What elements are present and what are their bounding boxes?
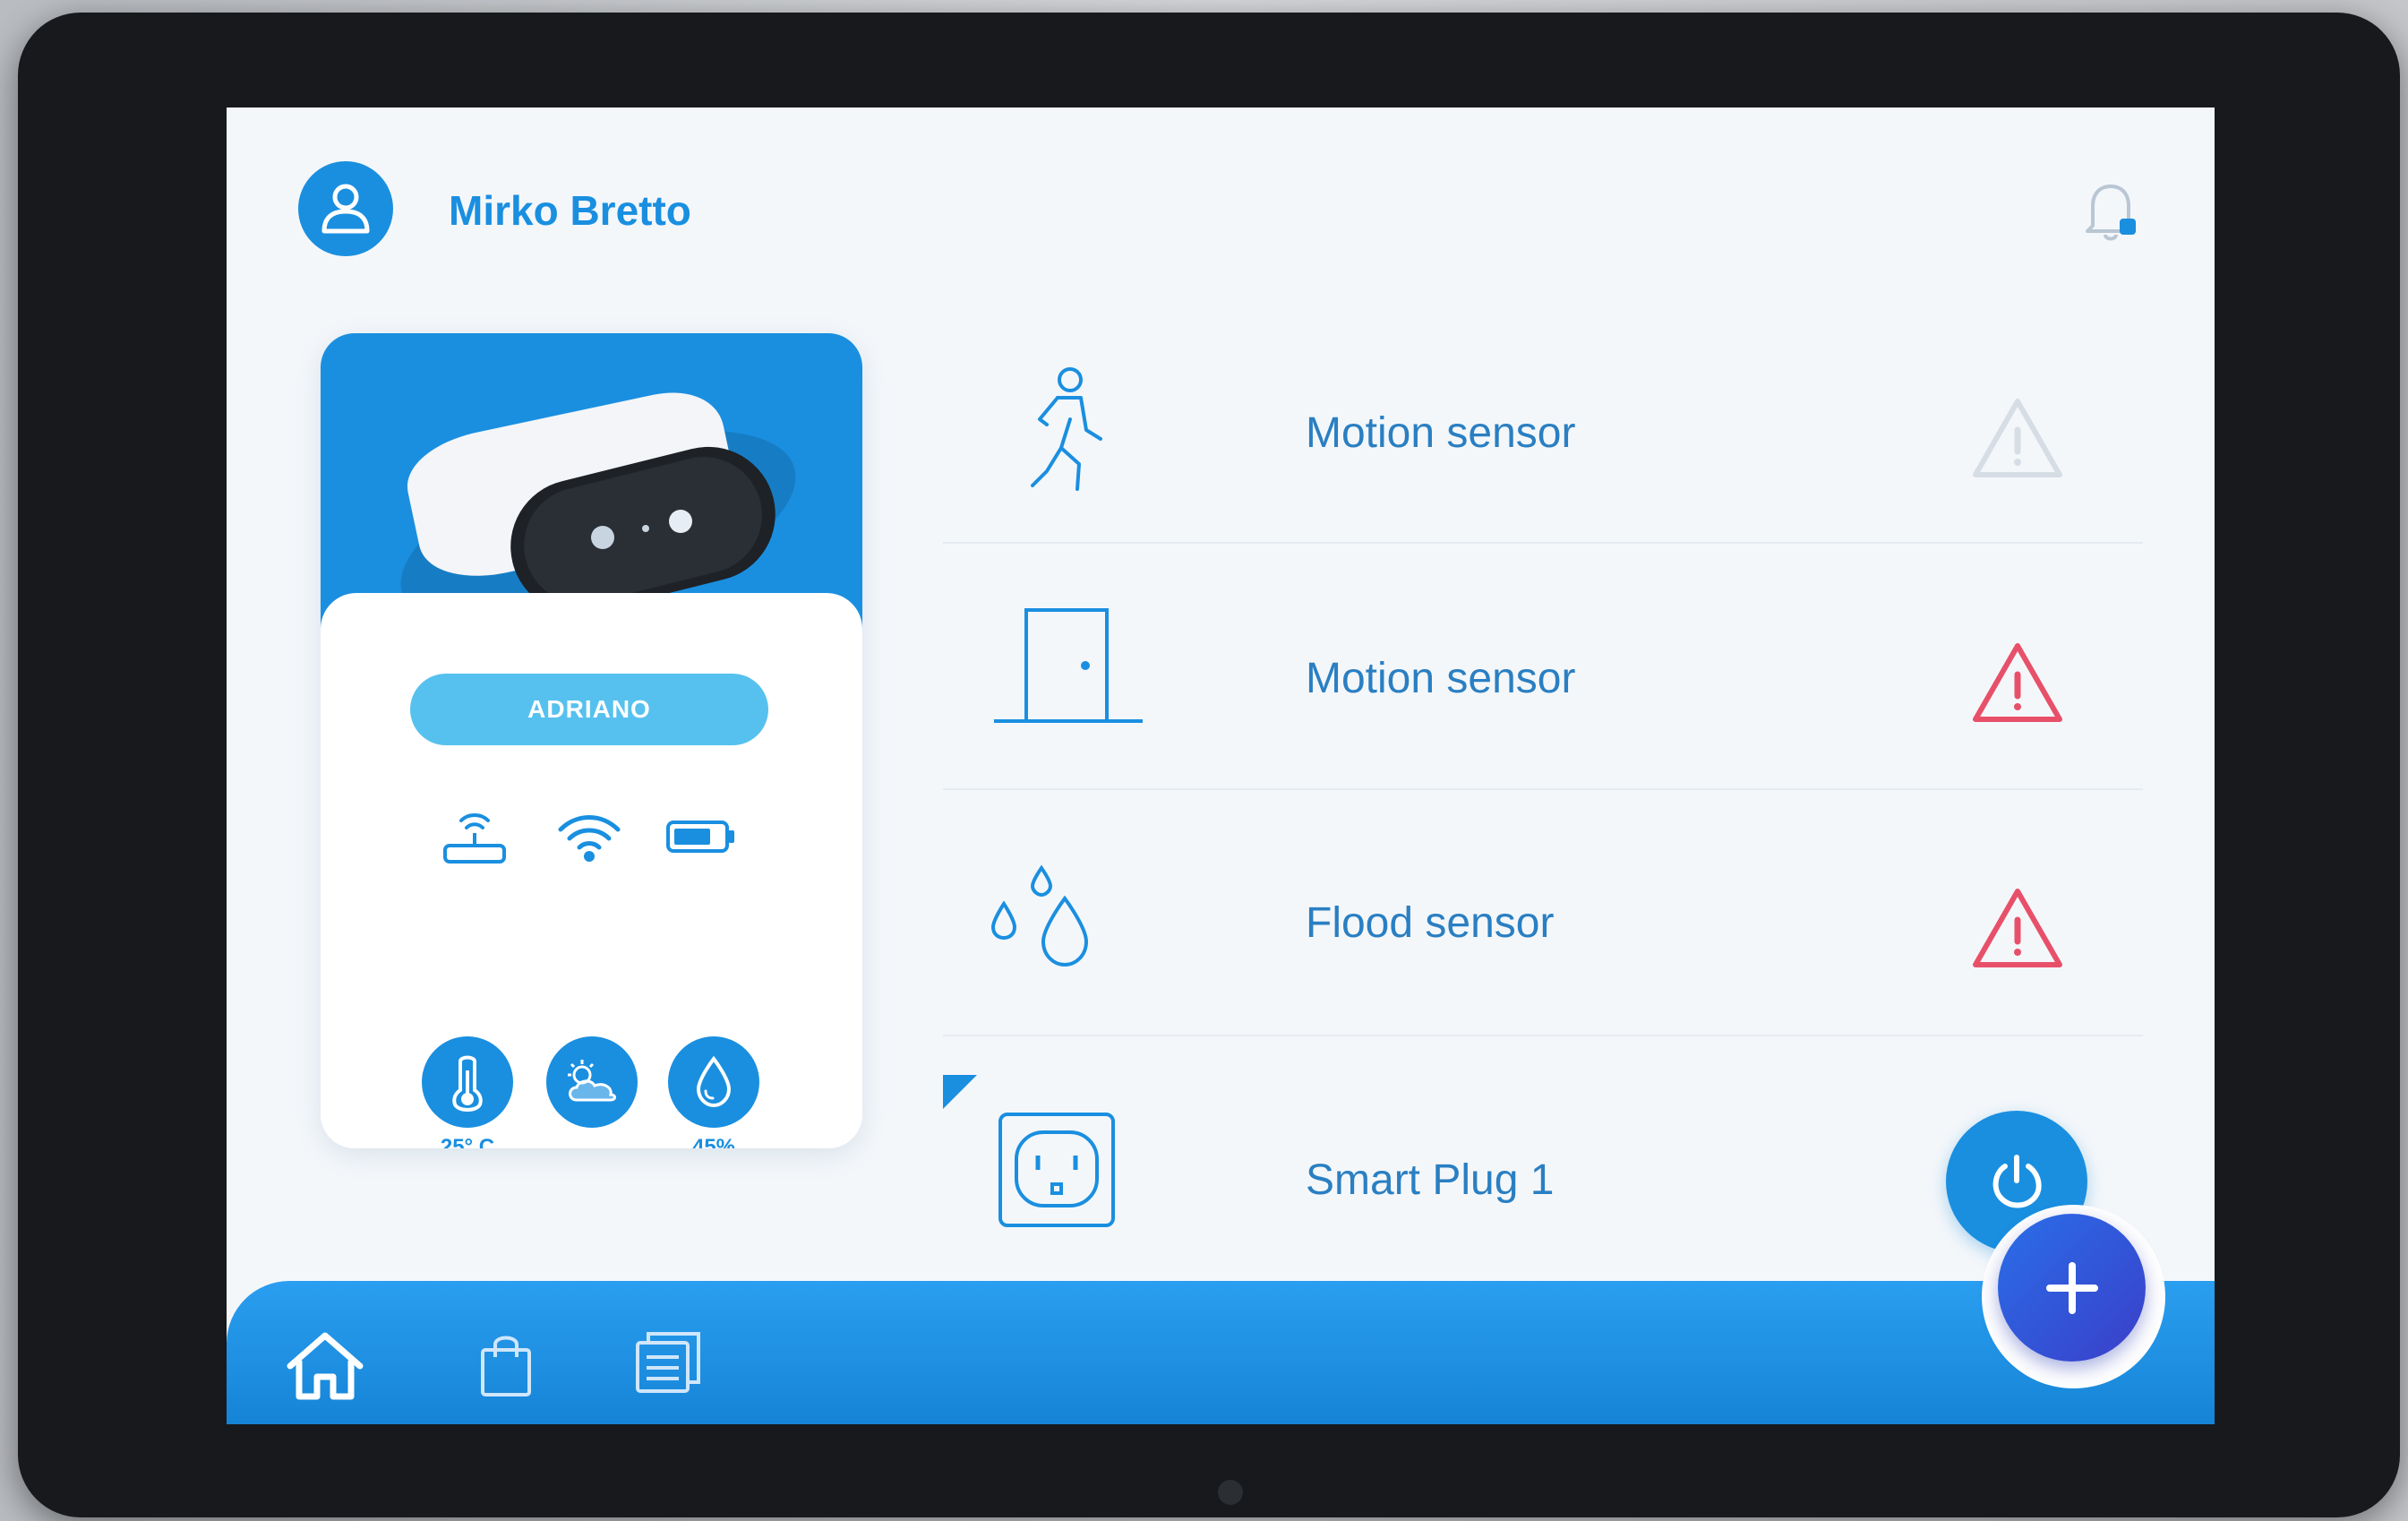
warning-icon[interactable] <box>1968 639 2067 728</box>
device-label: Smart Plug 1 <box>1306 1156 1555 1204</box>
temperature-sensor[interactable] <box>422 1036 513 1128</box>
humidity-sensor[interactable] <box>668 1036 759 1128</box>
temperature-value: 25° C <box>440 1135 495 1148</box>
weather-icon <box>568 1060 616 1102</box>
notification-bell-icon[interactable] <box>2080 177 2143 245</box>
water-drops-icon <box>990 864 1089 967</box>
router-icon <box>443 813 506 864</box>
divider <box>943 1035 2143 1036</box>
weather-sensor[interactable] <box>546 1036 638 1128</box>
device-row[interactable]: Motion sensor <box>943 331 2197 564</box>
humidity-value: 45% <box>691 1135 736 1148</box>
device-card[interactable]: ADRIANO 25° C 45% <box>321 333 862 1148</box>
warning-icon[interactable] <box>1968 884 2067 974</box>
device-label: Motion sensor <box>1306 655 1576 702</box>
list-icon[interactable] <box>634 1330 702 1395</box>
thermometer-icon <box>452 1055 483 1112</box>
motion-icon <box>1031 367 1102 491</box>
humidity-icon <box>696 1055 732 1108</box>
shopping-bag-icon[interactable] <box>479 1330 533 1398</box>
device-label: Flood sensor <box>1306 899 1555 947</box>
add-device-button[interactable] <box>1998 1214 2146 1362</box>
wifi-icon <box>558 815 621 862</box>
notification-dot <box>2120 219 2136 235</box>
warning-icon[interactable] <box>1968 394 2067 484</box>
user-icon <box>321 184 370 234</box>
device-row[interactable]: Motion sensor <box>943 578 2197 811</box>
divider <box>943 542 2143 544</box>
device-row[interactable]: Flood sensor <box>943 820 2197 1053</box>
device-name-badge[interactable]: ADRIANO <box>410 674 768 745</box>
user-avatar[interactable] <box>298 161 393 256</box>
user-name[interactable]: Mirko Bretto <box>449 186 691 235</box>
outlet-icon <box>998 1113 1115 1227</box>
power-icon <box>1992 1155 2042 1208</box>
device-label: Motion sensor <box>1306 409 1576 457</box>
battery-icon <box>666 821 734 853</box>
app-screen: Mirko Bretto ADRIANO 25° C 45% Motion se… <box>227 107 2215 1424</box>
door-icon <box>994 608 1143 723</box>
divider <box>943 788 2143 790</box>
home-icon[interactable] <box>285 1330 365 1402</box>
bottom-navigation <box>227 1281 2215 1424</box>
plus-icon <box>2045 1261 2098 1314</box>
camera-dot <box>1218 1480 1243 1505</box>
